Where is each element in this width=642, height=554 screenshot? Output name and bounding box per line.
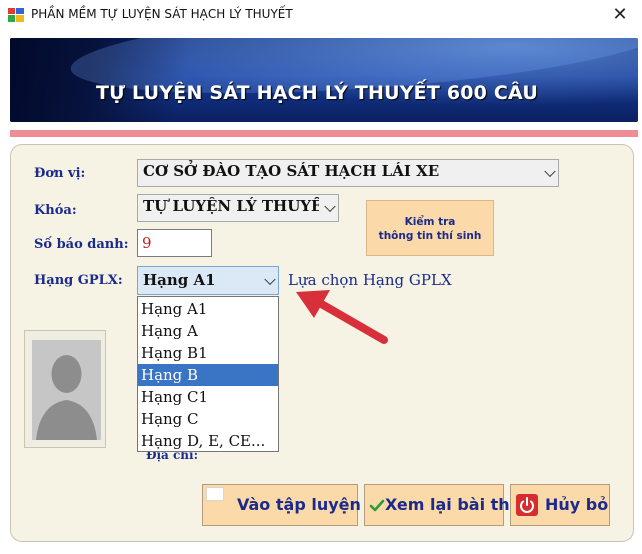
window-title: PHẦN MỀM TỰ LUYỆN SÁT HẠCH LÝ THUYẾT [31, 7, 293, 21]
so-bao-danh-input[interactable]: 9 [137, 229, 212, 257]
hang-option-c[interactable]: Hạng C [138, 408, 278, 430]
cancel-button-label: Hủy bỏ [545, 495, 609, 514]
don-vi-label: Đơn vị: [34, 166, 86, 181]
practice-button[interactable]: Vào tập luyện [202, 484, 361, 526]
chevron-down-icon [544, 165, 556, 178]
power-icon [516, 494, 538, 516]
review-button-label: Xem lại bài thi [385, 495, 516, 514]
don-vi-value: CƠ SỞ ĐÀO TẠO SÁT HẠCH LÁI XE [143, 162, 440, 180]
hang-option-b1[interactable]: Hạng B1 [138, 342, 278, 364]
chevron-down-icon [264, 273, 276, 285]
checkmark-icon [369, 499, 385, 512]
close-window-button[interactable]: ✕ [608, 4, 632, 26]
khoa-value: TỰ LUYỆN LÝ THUYẾT [143, 197, 319, 215]
don-vi-select[interactable]: CƠ SỞ ĐÀO TẠO SÁT HẠCH LÁI XE [137, 159, 559, 187]
blank-square-icon [206, 487, 224, 501]
khoa-label: Khóa: [34, 203, 77, 218]
practice-button-label: Vào tập luyện [237, 495, 361, 514]
hang-gplx-value: Hạng A1 [143, 271, 216, 289]
review-exam-button[interactable]: Xem lại bài thi [364, 484, 515, 526]
hang-option-b[interactable]: Hạng B [138, 364, 278, 386]
khoa-select[interactable]: TỰ LUYỆN LÝ THUYẾT [137, 194, 339, 222]
hang-gplx-label: Hạng GPLX: [34, 273, 123, 288]
hang-option-c1[interactable]: Hạng C1 [138, 386, 278, 408]
avatar [32, 340, 101, 440]
hang-gplx-dropdown: Hạng A1 Hạng A Hạng B1 Hạng B Hạng C1 Hạ… [137, 296, 279, 452]
person-silhouette-icon [32, 340, 101, 440]
hang-option-a[interactable]: Hạng A [138, 320, 278, 342]
check-button-line1: Kiểm tra [404, 216, 456, 228]
check-candidate-info-button[interactable]: Kiểm tra thông tin thí sinh [366, 200, 494, 256]
check-button-line2: thông tin thí sinh [378, 230, 482, 242]
cancel-button[interactable]: Hủy bỏ [510, 484, 610, 526]
pointer-arrow-icon [296, 290, 388, 344]
hang-option-d-e-ce[interactable]: Hạng D, E, CE... [138, 430, 278, 452]
banner: TỰ LUYỆN SÁT HẠCH LÝ THUYẾT 600 CÂU [10, 38, 638, 122]
hang-option-a1[interactable]: Hạng A1 [138, 298, 278, 320]
hang-gplx-select[interactable]: Hạng A1 [137, 266, 279, 295]
so-bao-danh-label: Số báo danh: [34, 237, 129, 252]
banner-divider [10, 130, 638, 137]
title-bar: PHẦN MỀM TỰ LUYỆN SÁT HẠCH LÝ THUYẾT ✕ [0, 0, 642, 30]
banner-title: TỰ LUYỆN SÁT HẠCH LÝ THUYẾT 600 CÂU [96, 82, 539, 104]
app-logo-icon [8, 8, 24, 22]
so-bao-danh-value: 9 [142, 234, 152, 252]
chevron-down-icon [324, 200, 336, 213]
